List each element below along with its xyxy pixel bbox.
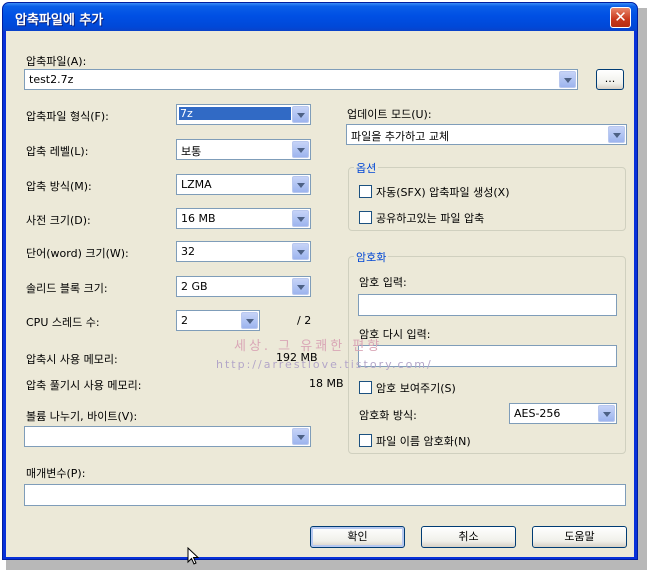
compress-memory-label: 압축시 사용 메모리: [26, 353, 118, 366]
method-select[interactable]: LZMA [176, 174, 311, 195]
format-label: 압축파일 형식(F): [26, 110, 109, 123]
method-value: LZMA [181, 178, 212, 191]
level-label: 압축 레벨(L): [26, 145, 89, 158]
encryption-method-label: 암호화 방식: [359, 409, 417, 422]
encrypt-names-checkbox[interactable] [359, 434, 372, 447]
solid-block-label: 솔리드 블록 크기: [26, 282, 108, 295]
solid-block-select[interactable]: 2 GB [176, 276, 311, 297]
dictionary-label: 사전 크기(D): [26, 214, 91, 227]
chevron-down-icon[interactable] [292, 176, 309, 193]
archive-combo[interactable]: test2.7z [24, 69, 578, 90]
dialog-client: 압축파일(A): test2.7z ... 압축파일 형식(F): 7z 압축 … [6, 31, 634, 565]
mouse-pointer-icon [187, 547, 199, 565]
chevron-down-icon[interactable] [559, 71, 576, 88]
ok-button[interactable]: 확인 [310, 526, 405, 548]
close-icon: ✕ [614, 8, 627, 26]
level-select[interactable]: 보통 [176, 139, 311, 160]
params-input[interactable] [24, 484, 626, 506]
shared-files-label[interactable]: 공유하고있는 파일 압축 [376, 210, 484, 226]
chevron-down-icon[interactable] [292, 106, 309, 123]
password-label: 암호 입력: [359, 276, 407, 289]
encryption-group-label: 암호화 [354, 249, 389, 265]
encryption-method-value: AES-256 [514, 407, 561, 420]
dictionary-select[interactable]: 16 MB [176, 208, 311, 229]
volume-label: 볼륨 나누기, 바이트(V): [26, 410, 138, 423]
browse-button[interactable]: ... [596, 69, 624, 90]
options-group: 옵션 자동(SFX) 압축파일 생성(X) 공유하고있는 파일 압축 [348, 160, 626, 231]
shared-files-checkbox[interactable] [359, 211, 372, 224]
help-button[interactable]: 도움말 [532, 526, 627, 548]
chevron-down-icon[interactable] [292, 278, 309, 295]
cpu-threads-max: / 2 [297, 314, 312, 327]
add-to-archive-dialog: 압축파일에 추가 ✕ 압축파일(A): test2.7z ... 압축파일 형식… [2, 2, 638, 565]
cpu-threads-select[interactable]: 2 [176, 310, 260, 331]
show-password-label[interactable]: 암호 보여주기(S) [376, 380, 456, 396]
chevron-down-icon[interactable] [292, 210, 309, 227]
chevron-down-icon[interactable] [292, 141, 309, 158]
close-button[interactable]: ✕ [610, 7, 631, 28]
watermark-text: 세상. 그 유쾌한 편향 [234, 339, 383, 354]
chevron-down-icon[interactable] [598, 405, 615, 422]
update-mode-value: 파일을 추가하고 교체 [351, 130, 450, 143]
word-size-select[interactable]: 32 [176, 241, 311, 262]
encryption-group: 암호화 암호 입력: 암호 다시 입력: 암호 보여주기(S) 암호화 방식: … [348, 249, 626, 454]
format-select[interactable]: 7z [176, 104, 311, 125]
archive-label: 압축파일(A): [26, 55, 87, 68]
password-input[interactable] [358, 294, 617, 316]
format-value: 7z [179, 107, 291, 120]
method-label: 압축 방식(M): [26, 180, 92, 193]
chevron-down-icon[interactable] [292, 243, 309, 260]
encrypt-names-label[interactable]: 파일 이름 암호화(N) [376, 433, 471, 449]
update-mode-label: 업데이트 모드(U): [347, 108, 432, 121]
window-title: 압축파일에 추가 [15, 13, 104, 28]
dictionary-value: 16 MB [181, 212, 216, 225]
encryption-method-select[interactable]: AES-256 [509, 403, 617, 424]
sfx-checkbox[interactable] [359, 185, 372, 198]
options-group-label: 옵션 [354, 160, 379, 176]
watermark-url: http://arrestlove.tistory.com/ [216, 358, 433, 371]
cpu-threads-value: 2 [181, 314, 188, 327]
solid-block-value: 2 GB [181, 280, 208, 293]
level-value: 보통 [181, 145, 202, 158]
show-password-checkbox[interactable] [359, 381, 372, 394]
word-size-label: 단어(word) 크기(W): [26, 247, 129, 260]
sfx-label[interactable]: 자동(SFX) 압축파일 생성(X) [376, 184, 510, 200]
chevron-down-icon[interactable] [292, 428, 309, 445]
chevron-down-icon[interactable] [241, 312, 258, 329]
update-mode-select[interactable]: 파일을 추가하고 교체 [346, 124, 627, 145]
archive-value: test2.7z [29, 73, 74, 86]
title-bar[interactable]: 압축파일에 추가 ✕ [3, 3, 637, 31]
word-size-value: 32 [181, 245, 195, 258]
chevron-down-icon[interactable] [608, 126, 625, 143]
decompress-memory-value: 18 MB [309, 377, 344, 390]
cpu-threads-label: CPU 스레드 수: [26, 316, 100, 329]
params-label: 매개변수(P): [26, 467, 86, 480]
cancel-button[interactable]: 취소 [421, 526, 516, 548]
decompress-memory-label: 압축 풀기시 사용 메모리: [26, 379, 142, 392]
volume-combo[interactable] [24, 426, 311, 447]
